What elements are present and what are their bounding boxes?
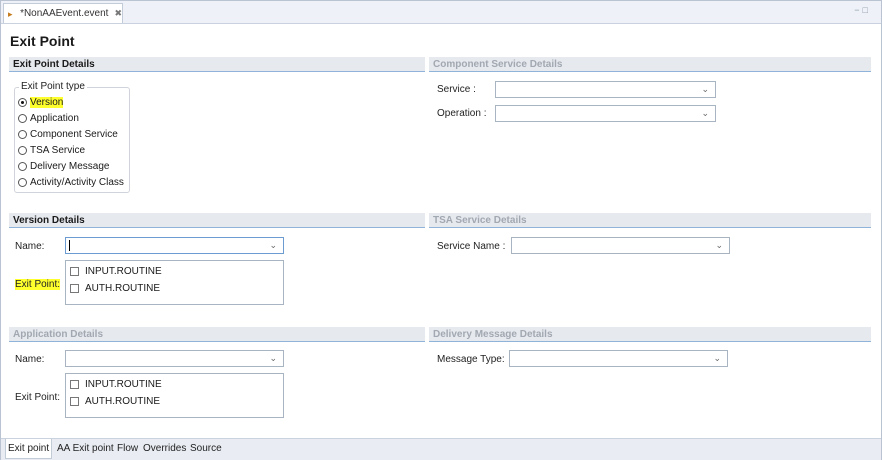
chevron-down-icon[interactable]: ⌄ xyxy=(701,84,709,95)
section-header-exit-point-details: Exit Point Details xyxy=(9,57,425,72)
message-type-combo[interactable]: ⌄ xyxy=(509,350,728,367)
routine-label: INPUT.ROUTINE xyxy=(85,378,162,390)
version-exit-point-label: Exit Point: xyxy=(15,279,61,290)
application-exit-point-label: Exit Point: xyxy=(15,392,61,403)
radio-label: Application xyxy=(30,112,79,124)
chevron-down-icon[interactable]: ⌄ xyxy=(701,108,709,119)
application-name-label: Name: xyxy=(15,354,45,365)
checkbox-icon[interactable] xyxy=(70,396,79,406)
list-item[interactable]: INPUT.ROUTINE xyxy=(70,264,162,278)
section-header-component-service-details: Component Service Details xyxy=(429,57,871,72)
radio-icon[interactable] xyxy=(18,113,27,123)
radio-label: Activity/Activity Class xyxy=(30,176,124,188)
service-label: Service : xyxy=(437,84,476,95)
checkbox-icon[interactable] xyxy=(70,379,79,389)
radio-activity-class[interactable]: Activity/Activity Class xyxy=(18,175,124,189)
tab-flow[interactable]: Flow xyxy=(115,439,140,458)
tab-aa-exit-point[interactable]: AA Exit point xyxy=(55,439,116,458)
chevron-down-icon[interactable]: ⌄ xyxy=(269,353,277,364)
tab-exit-point[interactable]: Exit point xyxy=(5,439,53,459)
tab-overrides[interactable]: Overrides xyxy=(141,439,188,458)
chevron-down-icon[interactable]: ⌄ xyxy=(715,240,723,251)
radio-selected-icon[interactable] xyxy=(18,97,27,107)
service-name-label: Service Name : xyxy=(437,241,506,252)
exit-point-type-legend: Exit Point type xyxy=(19,81,87,92)
message-type-label: Message Type: xyxy=(437,354,505,365)
list-item[interactable]: INPUT.ROUTINE xyxy=(70,377,162,391)
editor-window: ▸ *NonAAEvent.event ✖ −□ Exit Point Exit… xyxy=(0,0,882,460)
version-name-label: Name: xyxy=(15,241,45,252)
radio-delivery-message[interactable]: Delivery Message xyxy=(18,159,109,173)
application-exit-point-list[interactable]: INPUT.ROUTINE AUTH.ROUTINE xyxy=(65,373,284,418)
event-file-icon: ▸ xyxy=(8,8,13,19)
tab-source[interactable]: Source xyxy=(188,439,224,458)
operation-label: Operation : xyxy=(437,108,487,119)
application-name-combo[interactable]: ⌄ xyxy=(65,350,284,367)
radio-version[interactable]: Version xyxy=(18,95,64,109)
section-header-delivery-message-details: Delivery Message Details xyxy=(429,327,871,342)
section-header-application-details: Application Details xyxy=(9,327,425,342)
checkbox-icon[interactable] xyxy=(70,266,79,276)
radio-component-service[interactable]: Component Service xyxy=(18,127,118,141)
radio-icon[interactable] xyxy=(18,161,27,171)
text-cursor xyxy=(69,240,70,251)
editor-tab-strip: ▸ *NonAAEvent.event ✖ −□ xyxy=(1,1,881,24)
bottom-tab-bar: Exit point AA Exit point Flow Overrides … xyxy=(1,438,881,460)
version-exit-point-list[interactable]: INPUT.ROUTINE AUTH.ROUTINE xyxy=(65,260,284,305)
section-header-tsa-service-details: TSA Service Details xyxy=(429,213,871,228)
radio-tsa-service[interactable]: TSA Service xyxy=(18,143,85,157)
operation-combo[interactable]: ⌄ xyxy=(495,105,716,122)
routine-label: AUTH.ROUTINE xyxy=(85,395,160,407)
radio-label: TSA Service xyxy=(30,144,86,156)
checkbox-icon[interactable] xyxy=(70,283,79,293)
radio-label: Version xyxy=(30,96,64,108)
chevron-down-icon[interactable]: ⌄ xyxy=(269,240,277,251)
editor-tab[interactable]: ▸ *NonAAEvent.event ✖ xyxy=(3,3,123,23)
service-name-combo[interactable]: ⌄ xyxy=(511,237,730,254)
list-item[interactable]: AUTH.ROUTINE xyxy=(70,281,160,295)
radio-label: Delivery Message xyxy=(30,160,110,172)
chevron-down-icon[interactable]: ⌄ xyxy=(713,353,721,364)
close-icon[interactable]: ✖ xyxy=(114,8,122,19)
version-name-combo[interactable]: ⌄ xyxy=(65,237,284,254)
editor-tab-label: *NonAAEvent.event xyxy=(20,8,109,19)
page-title: Exit Point xyxy=(10,33,75,49)
list-item[interactable]: AUTH.ROUTINE xyxy=(70,394,160,408)
service-combo[interactable]: ⌄ xyxy=(495,81,716,98)
radio-application[interactable]: Application xyxy=(18,111,79,125)
routine-label: AUTH.ROUTINE xyxy=(85,282,160,294)
section-header-version-details: Version Details xyxy=(9,213,425,228)
radio-icon[interactable] xyxy=(18,145,27,155)
radio-icon[interactable] xyxy=(18,129,27,139)
radio-label: Component Service xyxy=(30,128,118,140)
radio-icon[interactable] xyxy=(18,177,27,187)
minimize-maximize-icon[interactable]: −□ xyxy=(854,5,871,15)
routine-label: INPUT.ROUTINE xyxy=(85,265,162,277)
